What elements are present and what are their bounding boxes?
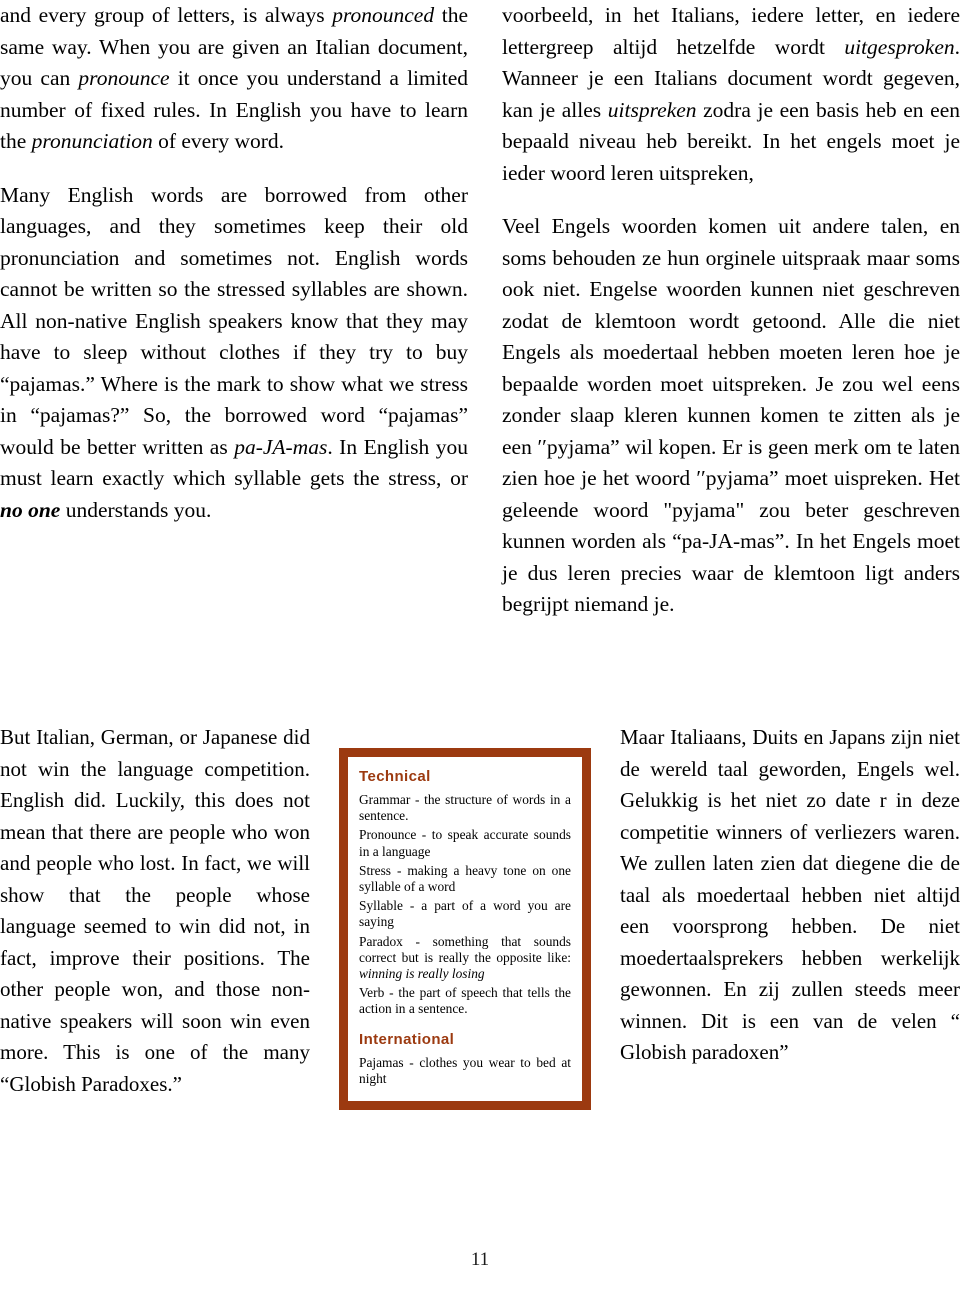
glossary-entry-pajamas: Pajamas - clothes you wear to bed at nig… bbox=[359, 1054, 571, 1086]
glossary-entry-pronounce: Pronounce - to speak accurate sounds in … bbox=[359, 827, 571, 859]
glossary-entry-stress: Stress - making a heavy tone on one syll… bbox=[359, 862, 571, 895]
paragraph-english-pronunciation-rules: and every group of letters, is always pr… bbox=[0, 0, 468, 158]
text-run: But Italian, German, or Japanese did not… bbox=[0, 725, 310, 1096]
text-run: no one bbox=[0, 497, 61, 522]
technical-glossary-box: Technical Grammar - the structure of wor… bbox=[339, 748, 591, 1111]
text-run: pronounce bbox=[78, 66, 170, 90]
text-run: uitgesproken bbox=[844, 34, 955, 59]
text-run: Many English words are borrowed from oth… bbox=[0, 182, 468, 459]
glossary-entry-paradox-example: winning is really losing bbox=[359, 966, 485, 982]
glossary-entry-grammar: Grammar - the structure of words in a se… bbox=[359, 792, 571, 824]
text-run: Veel Engels woorden komen uit andere tal… bbox=[502, 214, 960, 616]
text-run: and every group of letters, is always bbox=[0, 3, 333, 27]
international-heading: International bbox=[359, 1030, 455, 1048]
glossary-entry-syllable: Syllable - a part of a word you are sayi… bbox=[359, 898, 571, 930]
text-run: of every word. bbox=[152, 129, 285, 153]
text-run: understands you. bbox=[60, 497, 212, 522]
middle-column-bottom: Technical Grammar - the structure of wor… bbox=[310, 722, 620, 1111]
paragraph-dutch-globish-paradoxen: Maar Italiaans, Duits en Japans zijn nie… bbox=[620, 722, 960, 1069]
paragraph-globish-paradoxes: But Italian, German, or Japanese did not… bbox=[0, 722, 310, 1100]
text-run: pronounced bbox=[332, 3, 435, 27]
text-run: uitspreken bbox=[607, 97, 697, 122]
text-run: pa-JA-mas bbox=[234, 434, 328, 459]
glossary-entry-paradox-text: Paradox - something that sounds correct … bbox=[359, 933, 571, 965]
right-column-bottom: Maar Italiaans, Duits en Japans zijn nie… bbox=[620, 722, 960, 1110]
right-column-top: voorbeeld, in het Italians, iedere lette… bbox=[502, 0, 960, 621]
text-run: pronunciation bbox=[31, 129, 153, 153]
glossary-entry-paradox: Paradox - something that sounds correct … bbox=[359, 934, 571, 983]
paragraph-dutch-uitspraak: voorbeeld, in het Italians, iedere lette… bbox=[502, 0, 960, 189]
paragraph-dutch-engels-woorden: Veel Engels woorden komen uit andere tal… bbox=[502, 211, 960, 621]
paragraph-english-borrowed-words: Many English words are borrowed from oth… bbox=[0, 180, 468, 527]
page-number: 11 bbox=[470, 1249, 490, 1270]
technical-heading: Technical bbox=[359, 768, 431, 785]
left-column-bottom: But Italian, German, or Japanese did not… bbox=[0, 722, 310, 1110]
glossary-entry-verb: Verb - the part of speech that tells the… bbox=[359, 985, 571, 1017]
top-two-column-band: and every group of letters, is always pr… bbox=[0, 0, 960, 621]
bottom-three-column-band: But Italian, German, or Japanese did not… bbox=[0, 722, 960, 1111]
document-page: and every group of letters, is always pr… bbox=[0, 0, 960, 1297]
left-column-top: and every group of letters, is always pr… bbox=[0, 0, 468, 621]
text-run: Maar Italiaans, Duits en Japans zijn nie… bbox=[620, 725, 960, 1064]
